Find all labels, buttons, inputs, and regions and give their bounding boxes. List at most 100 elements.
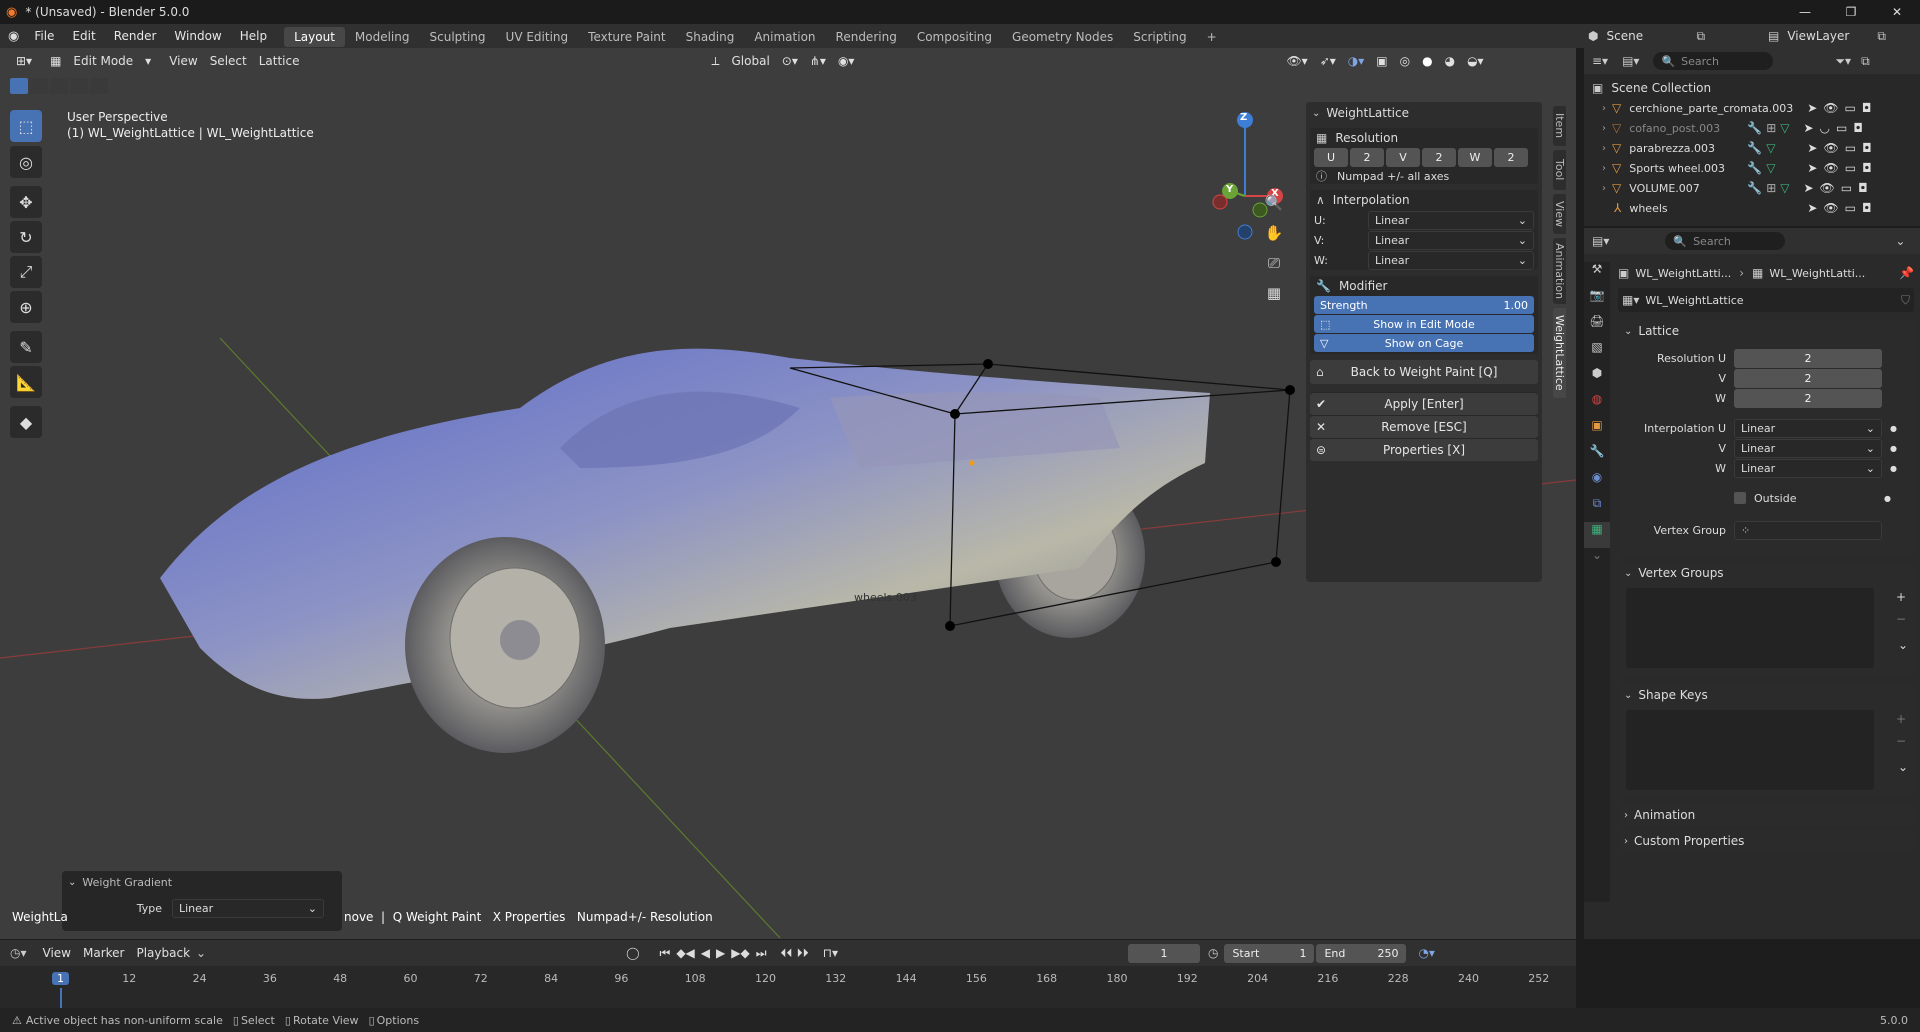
select-toggle-icon[interactable]: ➤ xyxy=(1807,141,1817,155)
tab-scripting[interactable]: Scripting xyxy=(1123,27,1196,47)
tab-shading[interactable]: Shading xyxy=(676,27,745,47)
current-frame-field[interactable]: 1 xyxy=(1127,943,1200,963)
lattice-data-tab-icon[interactable]: ▦ xyxy=(1584,522,1610,548)
tab-tool[interactable]: Tool xyxy=(1553,150,1566,190)
show-edit-mode-toggle[interactable]: ⬚ Show in Edit Mode xyxy=(1314,315,1534,333)
menu-render[interactable]: Render xyxy=(105,24,166,48)
physics-tab-icon[interactable]: ◉ xyxy=(1584,470,1610,496)
select-toggle-icon[interactable]: ➤ xyxy=(1807,161,1817,175)
tab-compositing[interactable]: Compositing xyxy=(907,27,1002,47)
preview-range-icon[interactable]: ◷ xyxy=(1208,946,1218,960)
res-w-field[interactable]: 2 xyxy=(1494,148,1528,167)
select-intersect-icon[interactable] xyxy=(90,78,108,94)
new-viewlayer-icon[interactable]: ⧉ xyxy=(1877,29,1886,44)
camera-view-icon[interactable]: ⎚ xyxy=(1260,254,1288,284)
custom-properties-section[interactable]: › Custom Properties xyxy=(1618,830,1914,852)
close-icon[interactable]: ✕ xyxy=(1874,5,1920,19)
camera-icon[interactable]: ◘ xyxy=(1862,141,1872,155)
collapse-icon[interactable]: ⌄ xyxy=(1624,690,1632,701)
pin-icon[interactable]: 📌 xyxy=(1899,266,1914,280)
camera-icon[interactable]: ◘ xyxy=(1862,201,1872,215)
prev-keyframe-icon[interactable]: ◆◀ xyxy=(676,946,694,960)
viewport-toggle-icon[interactable]: ▭ xyxy=(1836,121,1847,135)
mode-dropdown[interactable]: Edit Mode xyxy=(67,51,139,71)
apply-button[interactable]: ✔ Apply [Enter] xyxy=(1310,393,1538,415)
shape-key-menu-icon[interactable]: ⌄ xyxy=(1898,760,1908,774)
shape-keys-list[interactable] xyxy=(1626,710,1874,790)
scene-selector[interactable]: ⬢ Scene ⧉ xyxy=(1588,26,1705,46)
rotate-tool-icon[interactable]: ↻ xyxy=(10,221,42,253)
eye-icon[interactable]: 👁 xyxy=(1823,141,1838,155)
maximize-icon[interactable]: ❐ xyxy=(1828,5,1874,19)
viewport-menu-view[interactable]: View xyxy=(163,51,203,71)
viewlayer-selector[interactable]: ▤ ViewLayer ⧉ xyxy=(1768,26,1886,46)
type-dropdown[interactable]: Linear ⌄ xyxy=(172,899,324,918)
tab-sculpting[interactable]: Sculpting xyxy=(420,27,496,47)
timeline-menu-view[interactable]: View xyxy=(37,943,77,963)
modifier-tab-icon[interactable]: 🔧 xyxy=(1584,444,1610,470)
strength-slider[interactable]: Strength 1.00 xyxy=(1314,296,1534,314)
record-icon[interactable]: ◯ xyxy=(626,946,639,960)
select-toggle-icon[interactable]: ➤ xyxy=(1803,181,1813,195)
visibility-icon[interactable]: 👁▾ xyxy=(1280,51,1313,71)
outliner-item-0[interactable]: › ▽ cerchione_parte_cromata.003 ➤ 👁 ▭ ◘ xyxy=(1592,98,1920,118)
select-new-icon[interactable] xyxy=(10,78,28,94)
camera-icon[interactable]: ◘ xyxy=(1853,121,1863,135)
ortho-grid-icon[interactable]: ▦ xyxy=(1260,284,1288,314)
play-icon[interactable]: ▶ xyxy=(716,946,725,960)
add-vertex-group-icon[interactable]: + xyxy=(1896,590,1906,604)
interp-v-dropdown[interactable]: Linear ⌄ xyxy=(1368,230,1534,250)
res-u-field[interactable]: 2 xyxy=(1734,348,1882,368)
pivot-icon[interactable]: ⊙▾ xyxy=(776,51,804,71)
keyframe-dot-icon[interactable]: ● xyxy=(1890,444,1897,453)
eye-icon[interactable]: 👁 xyxy=(1820,181,1835,195)
viewport-toggle-icon[interactable]: ▭ xyxy=(1845,101,1856,115)
filter-icon[interactable]: ⏷▾ xyxy=(1835,54,1851,69)
select-toggle-icon[interactable]: ➤ xyxy=(1803,121,1813,135)
interp-u-dropdown[interactable]: Linear ⌄ xyxy=(1734,418,1882,438)
properties-search[interactable]: 🔍 Search xyxy=(1665,232,1786,250)
minimize-icon[interactable]: — xyxy=(1782,5,1828,19)
interp-u-dropdown[interactable]: Linear ⌄ xyxy=(1368,210,1534,230)
tab-geometry-nodes[interactable]: Geometry Nodes xyxy=(1002,27,1123,47)
outliner-item-3[interactable]: › ▽ Sports wheel.003 🔧 ▽ ➤ 👁 ▭ ◘ xyxy=(1592,158,1920,178)
measure-tool-icon[interactable]: 📐 xyxy=(10,366,42,398)
playhead-line[interactable] xyxy=(60,988,62,1008)
cursor-tool-icon[interactable]: ◎ xyxy=(10,146,42,178)
keyframe-dot-icon[interactable]: ● xyxy=(1884,494,1891,503)
object-tab-icon[interactable]: ▣ xyxy=(1584,418,1610,444)
world-tab-icon[interactable]: ◍ xyxy=(1584,392,1610,418)
viewport-menu-lattice[interactable]: Lattice xyxy=(253,51,306,71)
orientation-dropdown[interactable]: Global xyxy=(726,51,776,71)
editor-type-icon[interactable]: ⊞▾ xyxy=(10,51,38,71)
new-collection-icon[interactable]: ⧉ xyxy=(1861,54,1870,69)
prev-marker-icon[interactable]: ⏴⏴ xyxy=(781,946,793,961)
end-frame-field[interactable]: End 250 xyxy=(1316,943,1407,963)
render-tab-icon[interactable]: 📷 xyxy=(1584,288,1610,314)
res-u-field[interactable]: 2 xyxy=(1350,148,1384,167)
viewport-toggle-icon[interactable]: ▭ xyxy=(1845,161,1856,175)
camera-icon[interactable]: ◘ xyxy=(1862,161,1872,175)
display-mode-icon[interactable]: ▤▾ xyxy=(1622,54,1639,68)
outliner-editor-icon[interactable]: ≡▾ xyxy=(1592,54,1608,68)
tab-uv-editing[interactable]: UV Editing xyxy=(496,27,579,47)
proportional-edit-icon[interactable]: ◉▾ xyxy=(832,51,861,71)
more-tabs-icon[interactable]: ⌄ xyxy=(1584,548,1610,574)
select-invert-icon[interactable] xyxy=(70,78,88,94)
zoom-icon[interactable]: 🔍 xyxy=(1260,194,1288,224)
tab-texture-paint[interactable]: Texture Paint xyxy=(578,27,675,47)
view-layer-tab-icon[interactable]: ▧ xyxy=(1584,340,1610,366)
properties-editor-icon[interactable]: ▤▾ xyxy=(1592,234,1609,248)
expand-icon[interactable]: › xyxy=(1602,143,1606,154)
expand-icon[interactable]: › xyxy=(1602,123,1606,134)
outliner-item-1[interactable]: › ▽ cofano_post.003 🔧 ⊞ ▽ ➤ ◡ ▭ ◘ xyxy=(1592,118,1920,138)
collapse-icon[interactable]: ⌄ xyxy=(1624,568,1632,579)
outliner-item-4[interactable]: › ▽ VOLUME.007 🔧 ⊞ ▽ ➤ 👁 ▭ ◘ xyxy=(1592,178,1920,198)
sync-icon[interactable]: ◔▾ xyxy=(1418,946,1435,960)
outliner-item-2[interactable]: › ▽ parabrezza.003 🔧 ▽ ➤ 👁 ▭ ◘ xyxy=(1592,138,1920,158)
select-toggle-icon[interactable]: ➤ xyxy=(1807,201,1817,215)
select-toggle-icon[interactable]: ➤ xyxy=(1807,101,1817,115)
tab-modeling[interactable]: Modeling xyxy=(345,27,420,47)
keyframe-dot-icon[interactable]: ● xyxy=(1890,464,1897,473)
annotate-tool-icon[interactable]: ✎ xyxy=(10,331,42,363)
